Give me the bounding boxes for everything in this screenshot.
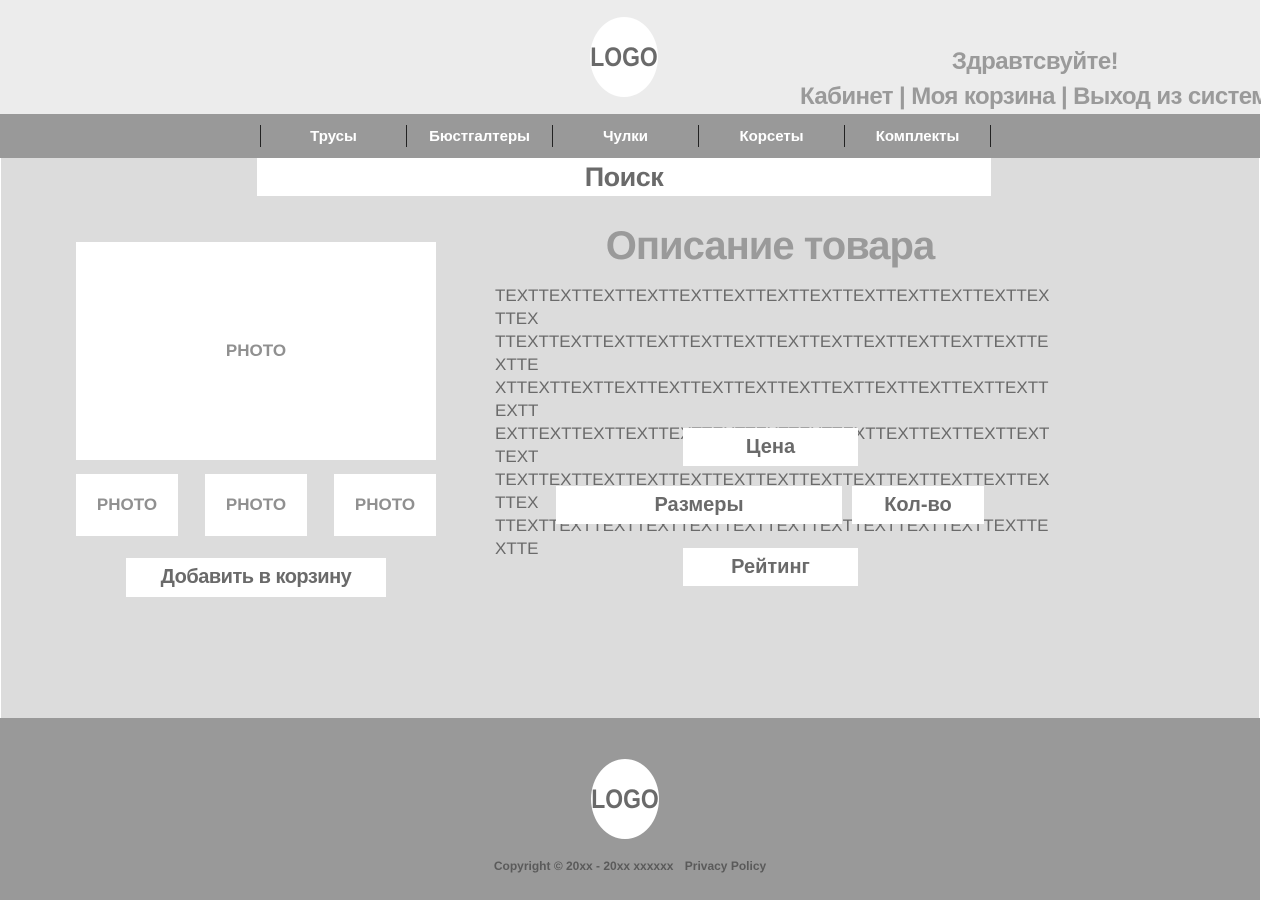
sizes-select[interactable]: Размеры	[556, 486, 842, 524]
copyright-text: Copyright © 20xx - 20xx xxxxxx	[493, 859, 674, 873]
footer-logo[interactable]: LOGO	[591, 759, 659, 839]
thumbnail-photo[interactable]: PHOTO	[334, 474, 436, 536]
link-separator: |	[899, 83, 906, 110]
description-line: TTEXTTEXTTEXTTEXTTEXTTEXTTEXTTEXTTEXTTEX…	[495, 332, 1049, 374]
footer-info: Copyright © 20xx - 20xx xxxxxx Privacy P…	[0, 859, 1260, 873]
search-bar[interactable]: Поиск	[257, 158, 991, 196]
greeting-text: Здравтсвуйте!	[951, 48, 1119, 75]
nav-item-bras[interactable]: Бюстгалтеры	[407, 114, 552, 158]
description-line: XTTEXTTEXTTEXTTEXTTEXTTEXTTEXTTEXTTEXTTE…	[495, 378, 1049, 420]
privacy-policy-link[interactable]: Privacy Policy	[685, 859, 766, 873]
header-logo[interactable]: LOGO	[590, 17, 658, 97]
logout-link[interactable]: Выход из системы	[1073, 83, 1261, 111]
cart-link[interactable]: Моя корзина	[911, 83, 1055, 111]
description-title: Описание товара	[605, 224, 935, 268]
link-separator: |	[1060, 83, 1068, 110]
thumbnail-photo[interactable]: PHOTO	[76, 474, 178, 536]
thumbnail-photo[interactable]: PHOTO	[205, 474, 307, 536]
rating-box[interactable]: Рейтинг	[683, 548, 858, 586]
account-links: Кабинет | Моя корзина | Выход из системы	[800, 83, 1261, 111]
nav-item-corsets[interactable]: Корсеты	[699, 114, 844, 158]
add-to-cart-button[interactable]: Добавить в корзину	[126, 558, 386, 597]
main-product-photo[interactable]: PHOTO	[76, 242, 436, 460]
cabinet-link[interactable]: Кабинет	[800, 83, 894, 111]
nav-divider	[990, 125, 991, 147]
nav-item-sets[interactable]: Комплекты	[845, 114, 990, 158]
nav-item-stockings[interactable]: Чулки	[553, 114, 698, 158]
nav-item-panties[interactable]: Трусы	[261, 114, 406, 158]
description-line: TEXTTEXTTEXTTEXTTEXTTEXTTEXTTEXTTEXTTEXT…	[495, 286, 1050, 328]
price-box: Цена	[683, 428, 858, 466]
quantity-input[interactable]: Кол-во	[852, 486, 984, 524]
